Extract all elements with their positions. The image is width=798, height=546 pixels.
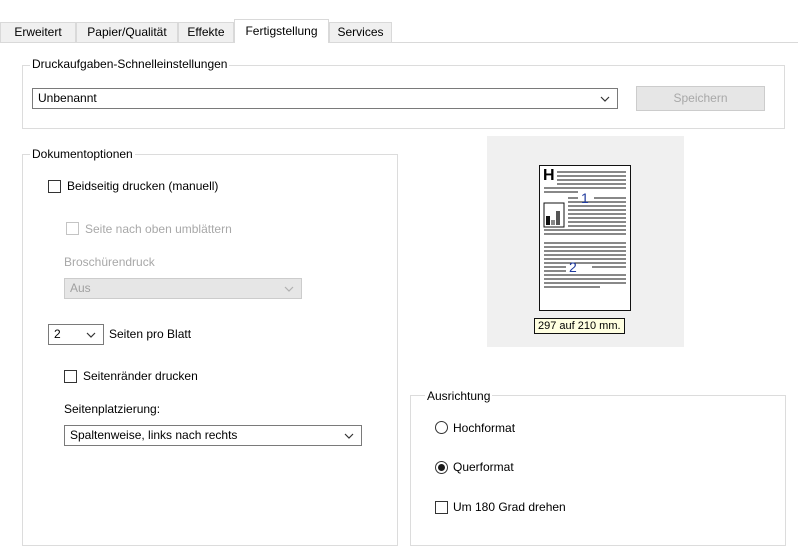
chevron-down-icon xyxy=(600,96,610,102)
flip-pages-checkbox[interactable] xyxy=(66,222,79,235)
orientation-legend: Ausrichtung xyxy=(425,389,493,403)
paper-dimension-label: 297 auf 210 mm. xyxy=(534,318,625,334)
duplex-checkbox[interactable] xyxy=(48,180,61,193)
rotate-180-checkbox[interactable] xyxy=(435,501,448,514)
preview-page: H 1 2 xyxy=(539,165,631,311)
save-button[interactable]: Speichern xyxy=(636,86,765,111)
page-placement-combo[interactable]: Spaltenweise, links nach rechts xyxy=(64,425,362,446)
radio-selected-dot xyxy=(438,464,445,471)
chevron-down-icon xyxy=(284,286,294,292)
quick-settings-combo[interactable]: Unbenannt xyxy=(32,88,618,109)
print-borders-label: Seitenränder drucken xyxy=(83,369,198,383)
chevron-down-icon xyxy=(344,433,354,439)
landscape-radio[interactable] xyxy=(435,461,448,474)
preview-page-content-icon xyxy=(543,171,626,288)
tab-services[interactable]: Services xyxy=(329,22,392,42)
preview-page1-number: 1 xyxy=(581,190,589,206)
preview-page2-number: 2 xyxy=(569,259,577,275)
pages-per-sheet-label: Seiten pro Blatt xyxy=(109,327,192,341)
quick-settings-value: Unbenannt xyxy=(38,91,97,105)
page-placement-value: Spaltenweise, links nach rechts xyxy=(70,428,238,442)
chevron-down-icon xyxy=(86,332,96,338)
booklet-value: Aus xyxy=(70,281,91,295)
print-borders-checkbox[interactable] xyxy=(64,370,77,383)
tab-effekte[interactable]: Effekte xyxy=(178,22,234,42)
tab-strip-border xyxy=(0,42,798,43)
portrait-radio[interactable] xyxy=(435,421,448,434)
flip-pages-label: Seite nach oben umblättern xyxy=(85,222,232,236)
quick-settings-legend: Druckaufgaben-Schnelleinstellungen xyxy=(30,57,230,71)
document-options-legend: Dokumentoptionen xyxy=(30,147,135,161)
booklet-combo[interactable]: Aus xyxy=(64,278,302,299)
booklet-label: Broschürendruck xyxy=(64,255,155,269)
tab-erweitert[interactable]: Erweitert xyxy=(0,22,76,42)
pages-per-sheet-combo[interactable]: 2 xyxy=(48,324,104,345)
landscape-label: Querformat xyxy=(453,460,514,474)
duplex-label: Beidseitig drucken (manuell) xyxy=(67,179,219,193)
tab-papier-qualitaet[interactable]: Papier/Qualität xyxy=(76,22,178,42)
page-placement-label: Seitenplatzierung: xyxy=(64,402,161,416)
pages-per-sheet-value: 2 xyxy=(54,327,61,341)
rotate-180-label: Um 180 Grad drehen xyxy=(453,500,566,514)
portrait-label: Hochformat xyxy=(453,421,516,435)
tab-fertigstellung[interactable]: Fertigstellung xyxy=(234,19,329,43)
document-options-group xyxy=(22,154,398,546)
